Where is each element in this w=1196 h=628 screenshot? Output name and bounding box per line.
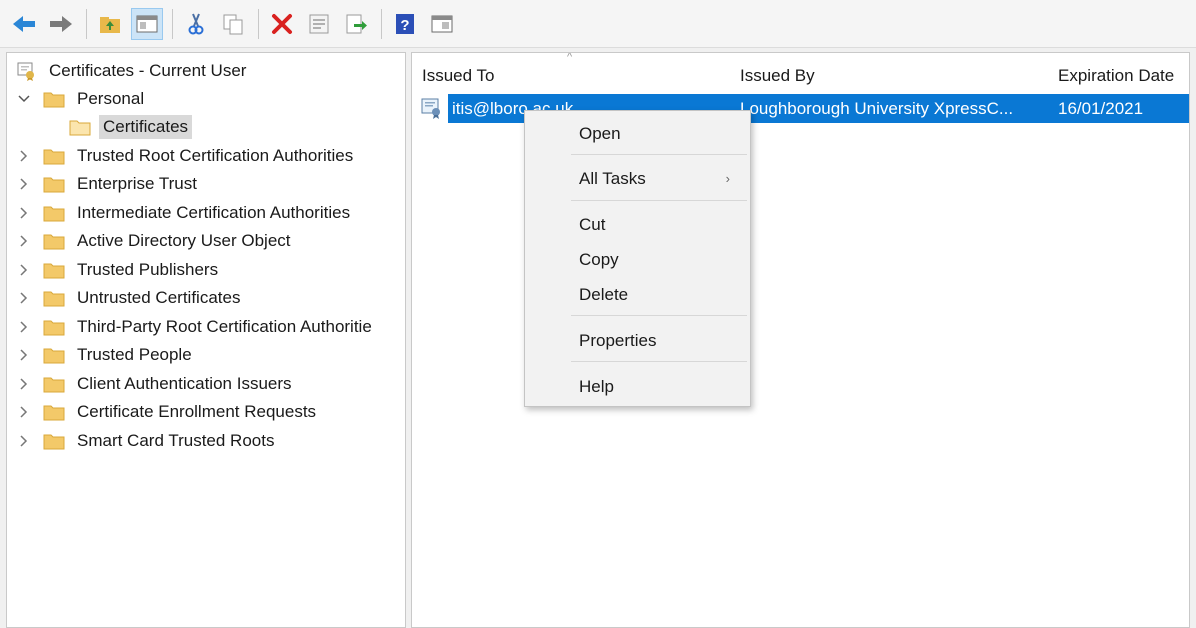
toolbar-separator <box>172 8 173 39</box>
folder-icon <box>43 177 65 193</box>
chevron-right-icon[interactable] <box>17 291 31 305</box>
menu-item-cut[interactable]: Cut <box>525 209 750 241</box>
tree-item-trusted-root[interactable]: Trusted Root Certification Authorities <box>17 142 357 170</box>
folder-icon <box>43 206 65 222</box>
chevron-down-icon[interactable] <box>17 92 31 106</box>
tree-item-trusted-publishers[interactable]: Trusted Publishers <box>17 256 222 284</box>
chevron-right-icon[interactable] <box>17 149 31 163</box>
tree-item-label: Certificates <box>99 115 193 139</box>
tree-item-certificates[interactable]: Certificates <box>69 113 193 141</box>
menu-item-delete[interactable]: Delete <box>525 279 750 311</box>
column-header-issued-by[interactable]: Issued By <box>740 63 815 89</box>
folder-icon <box>43 434 65 450</box>
folder-icon <box>69 120 91 136</box>
cut-icon[interactable] <box>180 8 212 40</box>
tree-item-label: Smart Card Trusted Roots <box>77 431 275 450</box>
tree-item-intermediate[interactable]: Intermediate Certification Authorities <box>17 199 354 227</box>
tree-item-label: Certificate Enrollment Requests <box>77 402 317 421</box>
tree-item-label: Trusted Publishers <box>77 260 219 279</box>
export-icon[interactable] <box>340 8 372 40</box>
console-tree-pane[interactable]: Certificates - Current User Personal Cer… <box>6 52 406 628</box>
folder-icon <box>43 377 65 393</box>
menu-separator <box>571 154 747 155</box>
tree-item-label: Enterprise Trust <box>77 174 197 193</box>
column-header-expiration[interactable]: Expiration Date <box>1058 63 1174 89</box>
console-icon[interactable] <box>426 8 458 40</box>
menu-item-label: All Tasks <box>579 169 646 188</box>
toolbar: ? <box>0 0 1196 48</box>
toolbar-separator <box>258 8 259 39</box>
tree-item-untrusted[interactable]: Untrusted Certificates <box>17 284 244 312</box>
chevron-right-icon[interactable] <box>17 234 31 248</box>
cell-expiration: 16/01/2021 <box>1058 99 1144 118</box>
toolbar-separator <box>86 8 87 39</box>
sort-caret-icon: ^ <box>567 52 573 63</box>
chevron-right-icon: › <box>725 171 730 186</box>
back-arrow-icon[interactable] <box>8 8 40 40</box>
tree-item-label: Intermediate Certification Authorities <box>77 203 351 222</box>
tree-root[interactable]: Certificates - Current User <box>15 57 250 85</box>
copy-icon[interactable] <box>217 8 249 40</box>
chevron-right-icon[interactable] <box>17 348 31 362</box>
cell-issued-by: Loughborough University XpressC... <box>740 99 1014 118</box>
chevron-right-icon[interactable] <box>17 206 31 220</box>
tree-item-label: Trusted Root Certification Authorities <box>77 146 354 165</box>
forward-arrow-icon[interactable] <box>45 8 77 40</box>
tree-item-smart-card-roots[interactable]: Smart Card Trusted Roots <box>17 427 278 455</box>
folder-icon <box>43 149 65 165</box>
chevron-right-icon[interactable] <box>17 377 31 391</box>
chevron-right-icon[interactable] <box>17 263 31 277</box>
chevron-right-icon[interactable] <box>17 405 31 419</box>
folder-icon <box>43 348 65 364</box>
folder-icon <box>43 320 65 336</box>
column-header-issued-to[interactable]: Issued To <box>422 63 494 89</box>
chevron-right-icon[interactable] <box>17 320 31 334</box>
menu-item-all-tasks[interactable]: All Tasks › <box>525 163 750 195</box>
folder-icon <box>43 234 65 250</box>
tree-item-label: Client Authentication Issuers <box>77 374 292 393</box>
menu-item-open[interactable]: Open <box>525 118 750 150</box>
context-menu: Open All Tasks › Cut Copy Delete Propert… <box>524 110 751 407</box>
tree-item-personal[interactable]: Personal <box>17 85 148 113</box>
svg-text:?: ? <box>400 17 409 34</box>
folder-icon <box>43 291 65 307</box>
tree-item-active-directory[interactable]: Active Directory User Object <box>17 227 295 255</box>
menu-separator <box>571 361 747 362</box>
up-folder-icon[interactable] <box>94 8 126 40</box>
menu-item-properties[interactable]: Properties <box>525 325 750 357</box>
show-hide-tree-icon[interactable] <box>131 7 163 40</box>
tree-item-label: Third-Party Root Certification Authoriti… <box>77 317 372 336</box>
chevron-right-icon[interactable] <box>17 177 31 191</box>
menu-separator <box>571 315 747 316</box>
folder-icon <box>43 263 65 279</box>
folder-icon <box>43 92 65 108</box>
tree-item-client-auth-issuers[interactable]: Client Authentication Issuers <box>17 370 296 398</box>
tree-item-enterprise-trust[interactable]: Enterprise Trust <box>17 170 201 198</box>
tree-item-trusted-people[interactable]: Trusted People <box>17 341 196 369</box>
tree-item-label: Personal <box>77 89 145 108</box>
menu-item-copy[interactable]: Copy <box>525 244 750 276</box>
tree-item-enrollment-requests[interactable]: Certificate Enrollment Requests <box>17 398 320 426</box>
menu-item-help[interactable]: Help <box>525 371 750 403</box>
tree-root-label: Certificates - Current User <box>49 61 247 80</box>
chevron-right-icon[interactable] <box>17 434 31 448</box>
certificate-icon <box>421 98 440 119</box>
tree-item-label: Active Directory User Object <box>77 231 291 250</box>
help-icon[interactable]: ? <box>389 8 421 40</box>
delete-icon[interactable] <box>266 8 298 40</box>
tree-item-label: Untrusted Certificates <box>77 288 241 307</box>
properties-icon[interactable] <box>303 8 335 40</box>
tree-item-third-party-root[interactable]: Third-Party Root Certification Authoriti… <box>17 313 376 341</box>
menu-separator <box>571 200 747 201</box>
certificate-store-icon <box>17 62 34 81</box>
toolbar-separator <box>381 8 382 39</box>
tree-item-label: Trusted People <box>77 345 192 364</box>
folder-icon <box>43 405 65 421</box>
